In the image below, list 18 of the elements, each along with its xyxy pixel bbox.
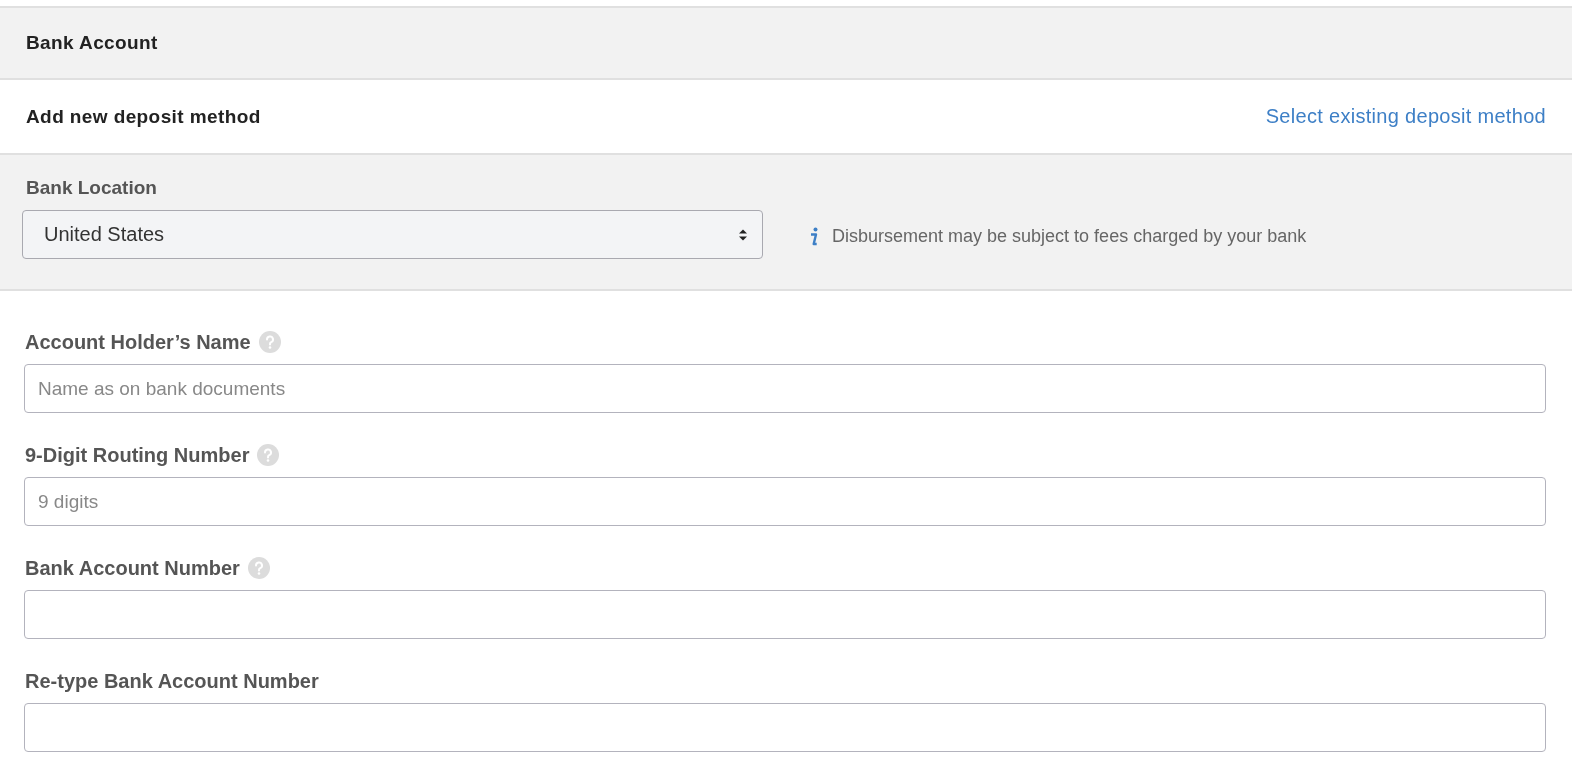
field-label: Account Holder’s Name	[25, 330, 251, 354]
select-existing-link[interactable]: Select existing deposit method	[1265, 105, 1546, 128]
info-icon	[808, 226, 820, 247]
section-title: Bank Account	[26, 32, 158, 54]
deposit-title: Add new deposit method	[26, 105, 261, 128]
input-field[interactable]	[24, 703, 1546, 752]
select-field[interactable]: United States	[22, 210, 763, 259]
field-label: Bank Location	[25, 177, 158, 200]
input-field[interactable]: Name as on bank documents	[24, 364, 1546, 413]
input-field[interactable]: 9 digits	[24, 477, 1546, 526]
help-icon[interactable]	[247, 557, 270, 579]
field-label: 9-Digit Routing Number	[25, 443, 250, 467]
field-label: Bank Account Number	[25, 556, 240, 580]
input-field[interactable]	[24, 590, 1546, 639]
info-text: Disbursement may be subject to fees charged by your bank	[832, 226, 1307, 247]
help-icon[interactable]	[257, 444, 280, 466]
help-icon[interactable]	[258, 331, 281, 353]
field-label: Re-type Bank Account Number	[25, 669, 319, 693]
